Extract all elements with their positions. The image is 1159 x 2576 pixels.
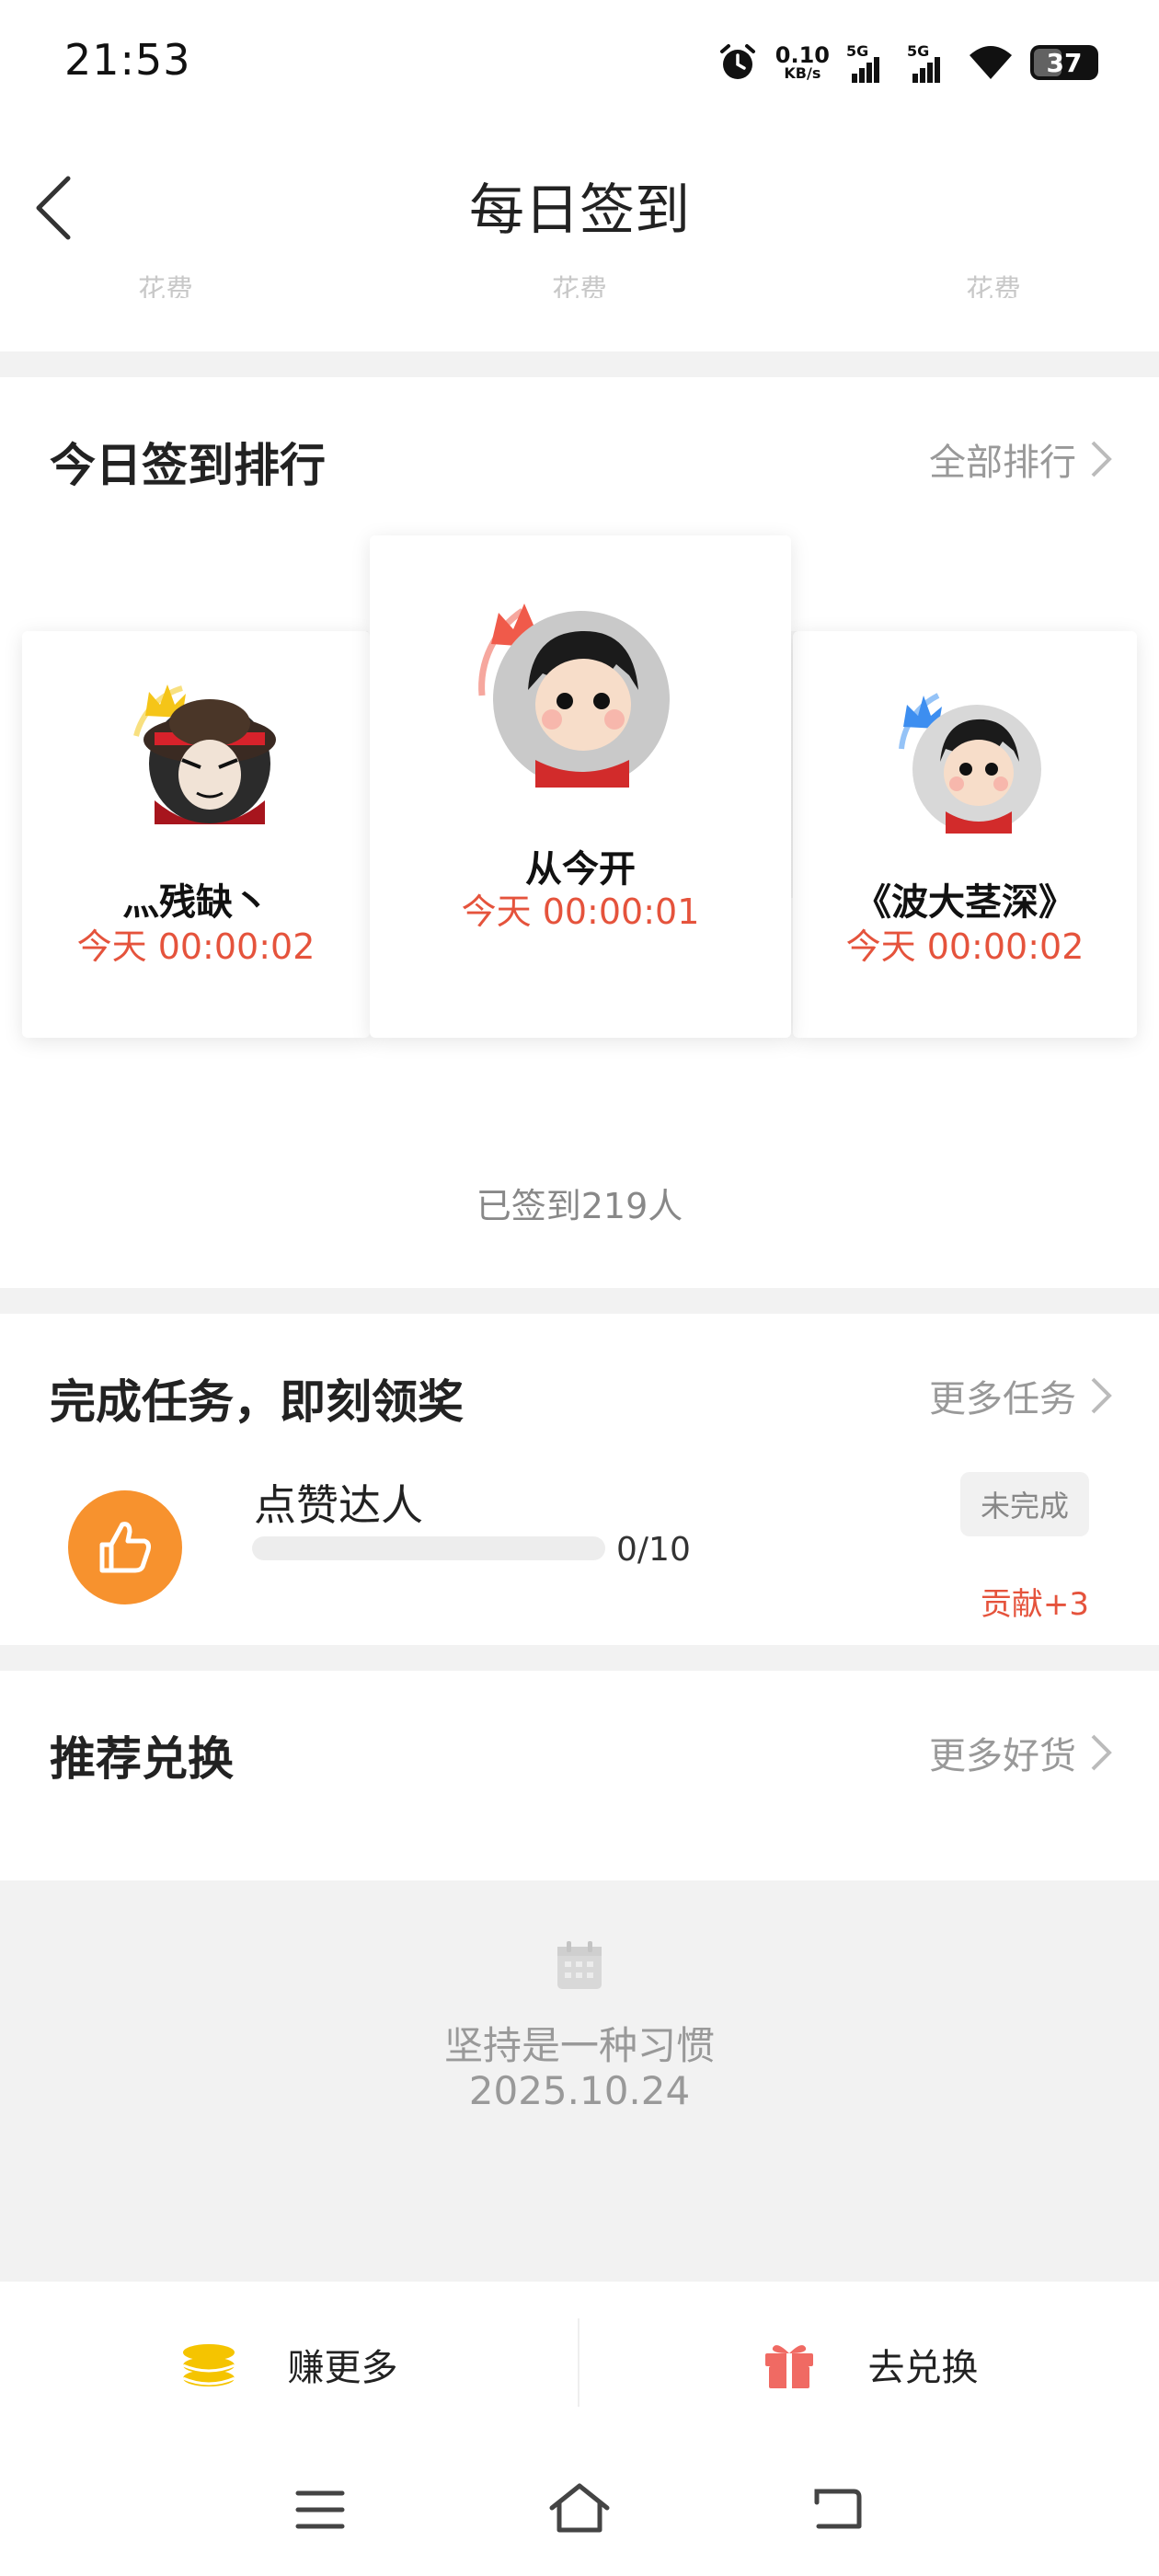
signed-count: 已签到219人 (476, 1186, 683, 1226)
redeem-button[interactable]: 去兑换 (580, 2282, 1159, 2447)
coins-icon (181, 2344, 235, 2386)
exchange-title: 推荐兑换 (50, 1732, 234, 1786)
task-reward: 贡献+3 (980, 1586, 1089, 1623)
rank-time: 今天 00:00:01 (461, 891, 700, 932)
home-icon[interactable] (546, 2480, 613, 2536)
more-goods-label: 更多好货 (929, 1735, 1076, 1777)
avatar (899, 693, 1041, 834)
calendar-icon (557, 1941, 602, 1989)
net-speed-value: 0.10 (775, 42, 830, 68)
all-ranking-link[interactable]: 全部排行 (929, 432, 1113, 486)
battery-icon: 37 (1030, 45, 1098, 80)
signal-icon: 5G (846, 42, 890, 83)
status-time: 21:53 (64, 35, 191, 85)
tab-divider (578, 2318, 580, 2407)
back-nav-icon[interactable] (809, 2484, 865, 2534)
signal-icon: 5G (907, 42, 951, 83)
rank-time: 今天 00:00:02 (845, 926, 1084, 967)
redeem-label: 去兑换 (867, 2347, 979, 2389)
chevron-right-icon (1091, 1377, 1112, 1414)
thumbs-up-icon (99, 1522, 151, 1573)
section-divider (0, 1645, 1159, 1671)
menu-icon[interactable] (293, 2488, 348, 2532)
ranking-title: 今日签到排行 (50, 439, 326, 492)
chevron-right-icon (1091, 1734, 1112, 1771)
task-progress-bar (252, 1536, 605, 1560)
earn-more-button[interactable]: 赚更多 (0, 2282, 579, 2447)
avatar (133, 684, 276, 824)
more-tasks-label: 更多任务 (929, 1378, 1076, 1420)
task-status-button[interactable]: 未完成 (960, 1472, 1089, 1536)
alarm-icon (719, 44, 755, 79)
task-icon (68, 1490, 182, 1604)
tasks-title: 完成任务，即刻领奖 (50, 1375, 464, 1429)
cut-label: 花费 (138, 274, 193, 298)
wifi-icon (970, 46, 1012, 79)
task-status-label: 未完成 (980, 1489, 1069, 1524)
section-divider (0, 351, 1159, 377)
rank-time: 今天 00:00:02 (76, 926, 316, 967)
all-ranking-label: 全部排行 (929, 442, 1076, 484)
empty-text-line2: 2025.10.24 (468, 2068, 691, 2113)
status-icons: 0.10 KB/s 5G 5G 37 (717, 35, 1098, 90)
section-divider (0, 1288, 1159, 1314)
rank-card-3[interactable]: 《波大茎深》 今天 00:00:02 (793, 631, 1137, 1038)
rank-card-2[interactable]: 灬残缺丶 今天 00:00:02 (22, 631, 370, 1038)
signal-label: 5G (907, 42, 930, 60)
empty-text-line1: 坚持是一种习惯 (443, 2023, 715, 2068)
task-name: 点赞达人 (254, 1480, 423, 1530)
cut-label: 花费 (552, 274, 607, 298)
battery-level: 37 (1046, 47, 1083, 78)
task-progress-text: 0/10 (616, 1531, 691, 1569)
more-tasks-link[interactable]: 更多任务 (929, 1369, 1113, 1422)
chevron-right-icon (1091, 441, 1112, 477)
net-speed: 0.10 KB/s (775, 44, 830, 81)
gift-icon (764, 2345, 813, 2388)
more-goods-link[interactable]: 更多好货 (929, 1726, 1113, 1779)
cut-label: 花费 (966, 274, 1021, 298)
rank-card-1[interactable]: 从今开 今天 00:00:01 (370, 535, 791, 1038)
earn-more-label: 赚更多 (287, 2347, 398, 2389)
net-speed-unit: KB/s (784, 64, 821, 82)
avatar (478, 604, 670, 788)
signal-label: 5G (846, 42, 869, 60)
page-title: 每日签到 (469, 178, 690, 243)
